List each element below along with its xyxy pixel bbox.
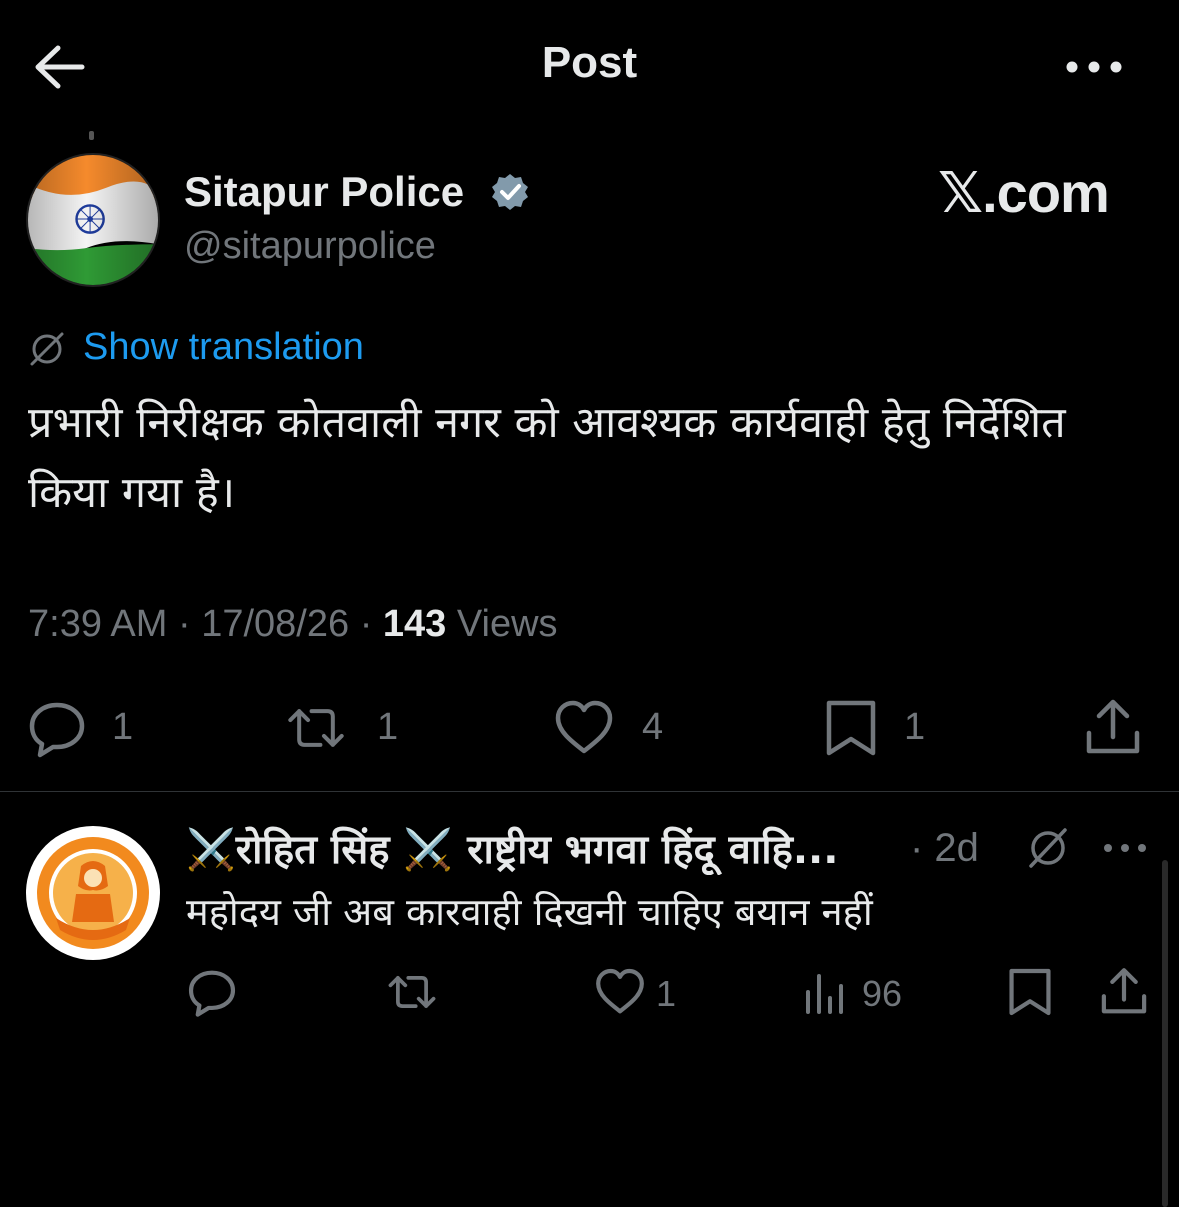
repost-count: 1 [377, 706, 399, 748]
saffron-logo-avatar [37, 837, 149, 949]
heart-icon [596, 968, 644, 1014]
views-label: Views [456, 603, 558, 645]
reply-translate-globe-icon[interactable] [1026, 826, 1070, 870]
post-date: 17/08/26 [201, 603, 350, 645]
bookmark-icon [826, 700, 876, 756]
reply-text: महोदय जी अब कारवाही दिखनी चाहिए बयान नही… [186, 890, 873, 934]
reply-bookmark-action[interactable] [1004, 966, 1056, 1018]
share-icon [1086, 699, 1140, 754]
more-horizontal-icon [1066, 61, 1122, 73]
author-avatar[interactable] [26, 153, 160, 287]
post-meta: 7:39 AM · 17/08/26 · 143 Views [28, 603, 558, 646]
bookmark-icon [1009, 968, 1051, 1016]
post-time: 7:39 AM [28, 603, 168, 645]
verified-badge-icon [490, 172, 530, 212]
reply-author-avatar[interactable] [26, 826, 160, 960]
analytics-icon [806, 974, 843, 1014]
heart-icon [555, 700, 613, 754]
page-title: Post [541, 38, 638, 87]
reply-icon [29, 702, 85, 758]
x-com-watermark: 𝕏.com [938, 161, 1110, 224]
reply-like-action[interactable] [594, 966, 646, 1018]
reply-action[interactable] [26, 697, 88, 759]
more-options-button[interactable] [1064, 50, 1124, 84]
reply-views-action[interactable] [800, 968, 852, 1020]
more-horizontal-icon [1104, 844, 1146, 852]
views-count: 143 [382, 603, 447, 645]
reply-share-action[interactable] [1098, 966, 1150, 1018]
post-text: प्रभारी निरीक्षक कोतवाली नगर को आवश्यक क… [28, 398, 1066, 518]
globe-icon [28, 330, 66, 368]
like-action[interactable] [553, 697, 615, 759]
reply-repost-action[interactable] [386, 966, 438, 1018]
reply-like-count: 1 [656, 973, 677, 1014]
author-handle[interactable]: @sitapurpolice [184, 225, 436, 268]
reply-icon [188, 970, 236, 1017]
thread-line [89, 131, 94, 140]
author-name[interactable]: Sitapur Police [184, 168, 464, 216]
bookmark-count: 1 [904, 706, 926, 748]
divider [0, 791, 1179, 792]
share-action[interactable] [1082, 697, 1144, 759]
separator: · [177, 603, 191, 645]
reply-author-name[interactable]: ⚔️रोहित सिंह ⚔️ राष्ट्रीय भगवा हिंदू वाह… [186, 820, 926, 875]
bookmark-action[interactable] [820, 697, 882, 759]
share-icon [1101, 968, 1147, 1014]
separator: · [359, 603, 373, 645]
indian-flag-avatar [28, 155, 158, 285]
reply-reply-action[interactable] [186, 966, 238, 1018]
repost-icon [388, 976, 436, 1008]
like-count: 4 [642, 706, 664, 748]
show-translation-link[interactable]: Show translation [83, 326, 364, 369]
scrollbar[interactable] [1162, 860, 1168, 1207]
reply-views-count: 96 [862, 973, 903, 1014]
repost-icon [288, 709, 344, 747]
reply-more-button[interactable] [1102, 838, 1148, 858]
repost-action[interactable] [285, 697, 347, 759]
reply-count: 1 [112, 706, 134, 748]
reply-timestamp: · 2d [910, 826, 979, 870]
